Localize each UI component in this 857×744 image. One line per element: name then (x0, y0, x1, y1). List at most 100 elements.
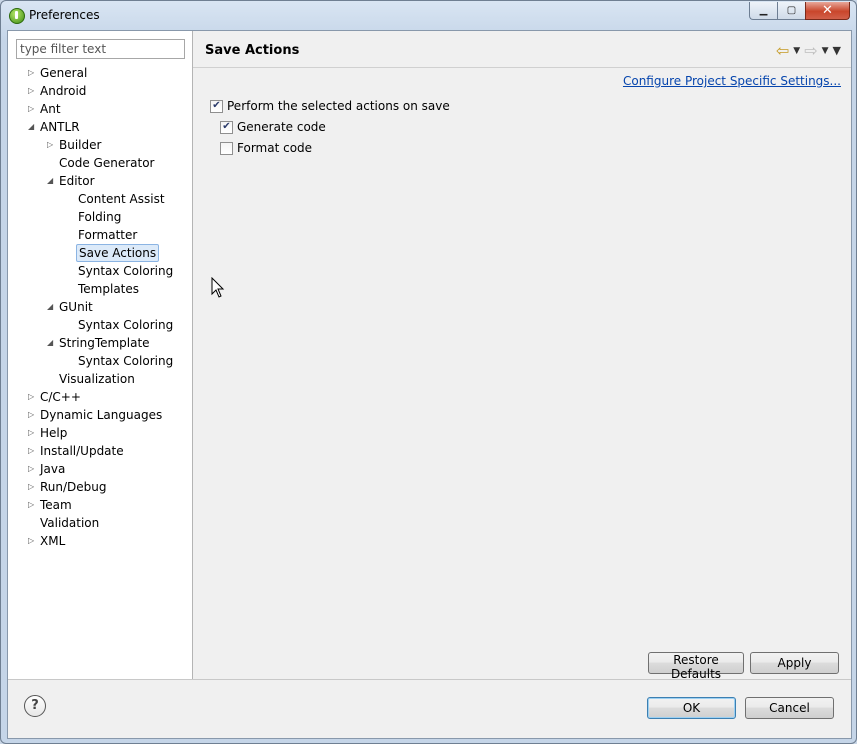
tree-item[interactable]: ▷ General (8, 64, 192, 82)
tree-item-label: Syntax Coloring (78, 354, 174, 368)
tree-item[interactable]: Save Actions (8, 244, 192, 262)
tree-item[interactable]: Visualization (8, 370, 192, 388)
tree-item[interactable]: ▷ Android (8, 82, 192, 100)
generate-code-checkbox[interactable]: ✔ (220, 120, 233, 134)
close-button[interactable]: ✕ (805, 2, 850, 20)
tree-item[interactable]: ▷ Builder (8, 136, 192, 154)
button-bar-separator (8, 679, 851, 680)
tree-item-label: Builder (59, 138, 102, 152)
tree-item[interactable]: Folding (8, 208, 192, 226)
tree-item-label: General (40, 66, 88, 80)
format-code-checkbox[interactable] (220, 141, 233, 155)
preference-tree-pane: ▷General▷Android▷Ant◢ANTLR▷BuilderCode G… (8, 31, 193, 679)
tree-item[interactable]: ◢ StringTemplate (8, 334, 192, 352)
ok-button[interactable]: OK (647, 697, 736, 719)
tree-item-label: Run/Debug (40, 480, 107, 494)
tree-item[interactable]: ▷ Dynamic Languages (8, 406, 192, 424)
cancel-button[interactable]: Cancel (745, 697, 834, 719)
tree-item-label: Content Assist (78, 192, 165, 206)
tree-item[interactable]: ▷ Run/Debug (8, 478, 192, 496)
preference-tree: ▷ General ▷ Android ▷ Ant ◢ ANTLR ▷ Builder Code G… (8, 64, 192, 550)
collapsed-arrow-icon[interactable]: ▷ (28, 100, 38, 118)
tree-item-label: Folding (78, 210, 122, 224)
tree-item[interactable]: ▷ C/C++ (8, 388, 192, 406)
tree-item-label: Visualization (59, 372, 135, 386)
back-dropdown-icon[interactable]: ▼ (793, 46, 800, 56)
format-code-label: Format code (237, 141, 313, 155)
minimize-icon: ▁ (759, 5, 768, 16)
close-icon: ✕ (822, 3, 833, 18)
minimize-button[interactable]: ▁ (749, 2, 777, 20)
preference-page: Save Actions ⇦ ▼ ⇨ ▼ ▼ Configure Project… (193, 31, 851, 681)
tree-item[interactable]: Syntax Coloring (8, 352, 192, 370)
perform-actions-option[interactable]: ✔ Perform the selected actions on save (210, 99, 450, 113)
tree-item-label: Editor (59, 174, 95, 188)
tree-item-label: Formatter (78, 228, 138, 242)
expanded-arrow-icon[interactable]: ◢ (47, 172, 57, 190)
perform-actions-checkbox[interactable]: ✔ (210, 99, 223, 113)
collapsed-arrow-icon[interactable]: ▷ (47, 136, 57, 154)
title-bar[interactable]: Preferences ▁ ▢ ✕ (1, 1, 856, 31)
tree-item[interactable]: ◢ Editor (8, 172, 192, 190)
collapsed-arrow-icon[interactable]: ▷ (28, 82, 38, 100)
collapsed-arrow-icon[interactable]: ▷ (28, 460, 38, 478)
tree-item[interactable]: Formatter (8, 226, 192, 244)
collapsed-arrow-icon[interactable]: ▷ (28, 388, 38, 406)
page-navigation: ⇦ ▼ ⇨ ▼ ▼ (776, 41, 841, 60)
tree-item-label: GUnit (59, 300, 93, 314)
collapsed-arrow-icon[interactable]: ▷ (28, 532, 38, 550)
maximize-icon: ▢ (786, 5, 797, 16)
tree-item[interactable]: ▷ XML (8, 532, 192, 550)
apply-button[interactable]: Apply (750, 652, 839, 674)
maximize-button[interactable]: ▢ (777, 2, 805, 20)
page-title: Save Actions (205, 43, 300, 58)
tree-item-label: Android (40, 84, 87, 98)
collapsed-arrow-icon[interactable]: ▷ (28, 478, 38, 496)
generate-code-label: Generate code (237, 120, 326, 134)
tree-item-label: Syntax Coloring (78, 318, 174, 332)
tree-item[interactable]: ▷ Ant (8, 100, 192, 118)
tree-item[interactable]: Validation (8, 514, 192, 532)
tree-item[interactable]: ▷ Help (8, 424, 192, 442)
configure-project-settings-link[interactable]: Configure Project Specific Settings... (623, 74, 841, 88)
tree-item[interactable]: ▷ Team (8, 496, 192, 514)
perform-actions-label: Perform the selected actions on save (227, 99, 450, 113)
tree-item-label: Install/Update (40, 444, 124, 458)
tree-item-label: Code Generator (59, 156, 155, 170)
collapsed-arrow-icon[interactable]: ▷ (28, 496, 38, 514)
tree-item[interactable]: Content Assist (8, 190, 192, 208)
help-icon[interactable]: ? (24, 695, 46, 717)
format-code-option[interactable]: Format code (220, 141, 312, 155)
tree-item-label: Help (40, 426, 68, 440)
forward-arrow-icon[interactable]: ⇨ (804, 41, 817, 60)
view-menu-icon[interactable]: ▼ (833, 44, 841, 57)
tree-item[interactable]: Templates (8, 280, 192, 298)
preferences-window: Preferences ▁ ▢ ✕ ▷General▷Android▷Ant◢A… (0, 0, 857, 744)
collapsed-arrow-icon[interactable]: ▷ (28, 64, 38, 82)
mouse-cursor-icon (211, 277, 225, 298)
collapsed-arrow-icon[interactable]: ▷ (28, 442, 38, 460)
tree-item-label: Team (40, 498, 72, 512)
tree-item[interactable]: Syntax Coloring (8, 316, 192, 334)
tree-item[interactable]: ▷ Java (8, 460, 192, 478)
filter-input[interactable] (16, 39, 185, 59)
collapsed-arrow-icon[interactable]: ▷ (28, 424, 38, 442)
tree-item[interactable]: ▷ Install/Update (8, 442, 192, 460)
tree-item[interactable]: Code Generator (8, 154, 192, 172)
tree-item-label: StringTemplate (59, 336, 150, 350)
expanded-arrow-icon[interactable]: ◢ (28, 118, 38, 136)
tree-item[interactable]: Syntax Coloring (8, 262, 192, 280)
generate-code-option[interactable]: ✔ Generate code (220, 120, 326, 134)
expanded-arrow-icon[interactable]: ◢ (47, 298, 57, 316)
window-title: Preferences (29, 8, 100, 22)
tree-item-label: Save Actions (76, 244, 160, 262)
tree-item-label: Java (40, 462, 66, 476)
restore-defaults-button[interactable]: Restore Defaults (648, 652, 744, 681)
header-separator (193, 67, 851, 68)
tree-item[interactable]: ◢ ANTLR (8, 118, 192, 136)
tree-item[interactable]: ◢ GUnit (8, 298, 192, 316)
expanded-arrow-icon[interactable]: ◢ (47, 334, 57, 352)
forward-dropdown-icon[interactable]: ▼ (822, 46, 829, 56)
back-arrow-icon[interactable]: ⇦ (776, 41, 789, 60)
collapsed-arrow-icon[interactable]: ▷ (28, 406, 38, 424)
